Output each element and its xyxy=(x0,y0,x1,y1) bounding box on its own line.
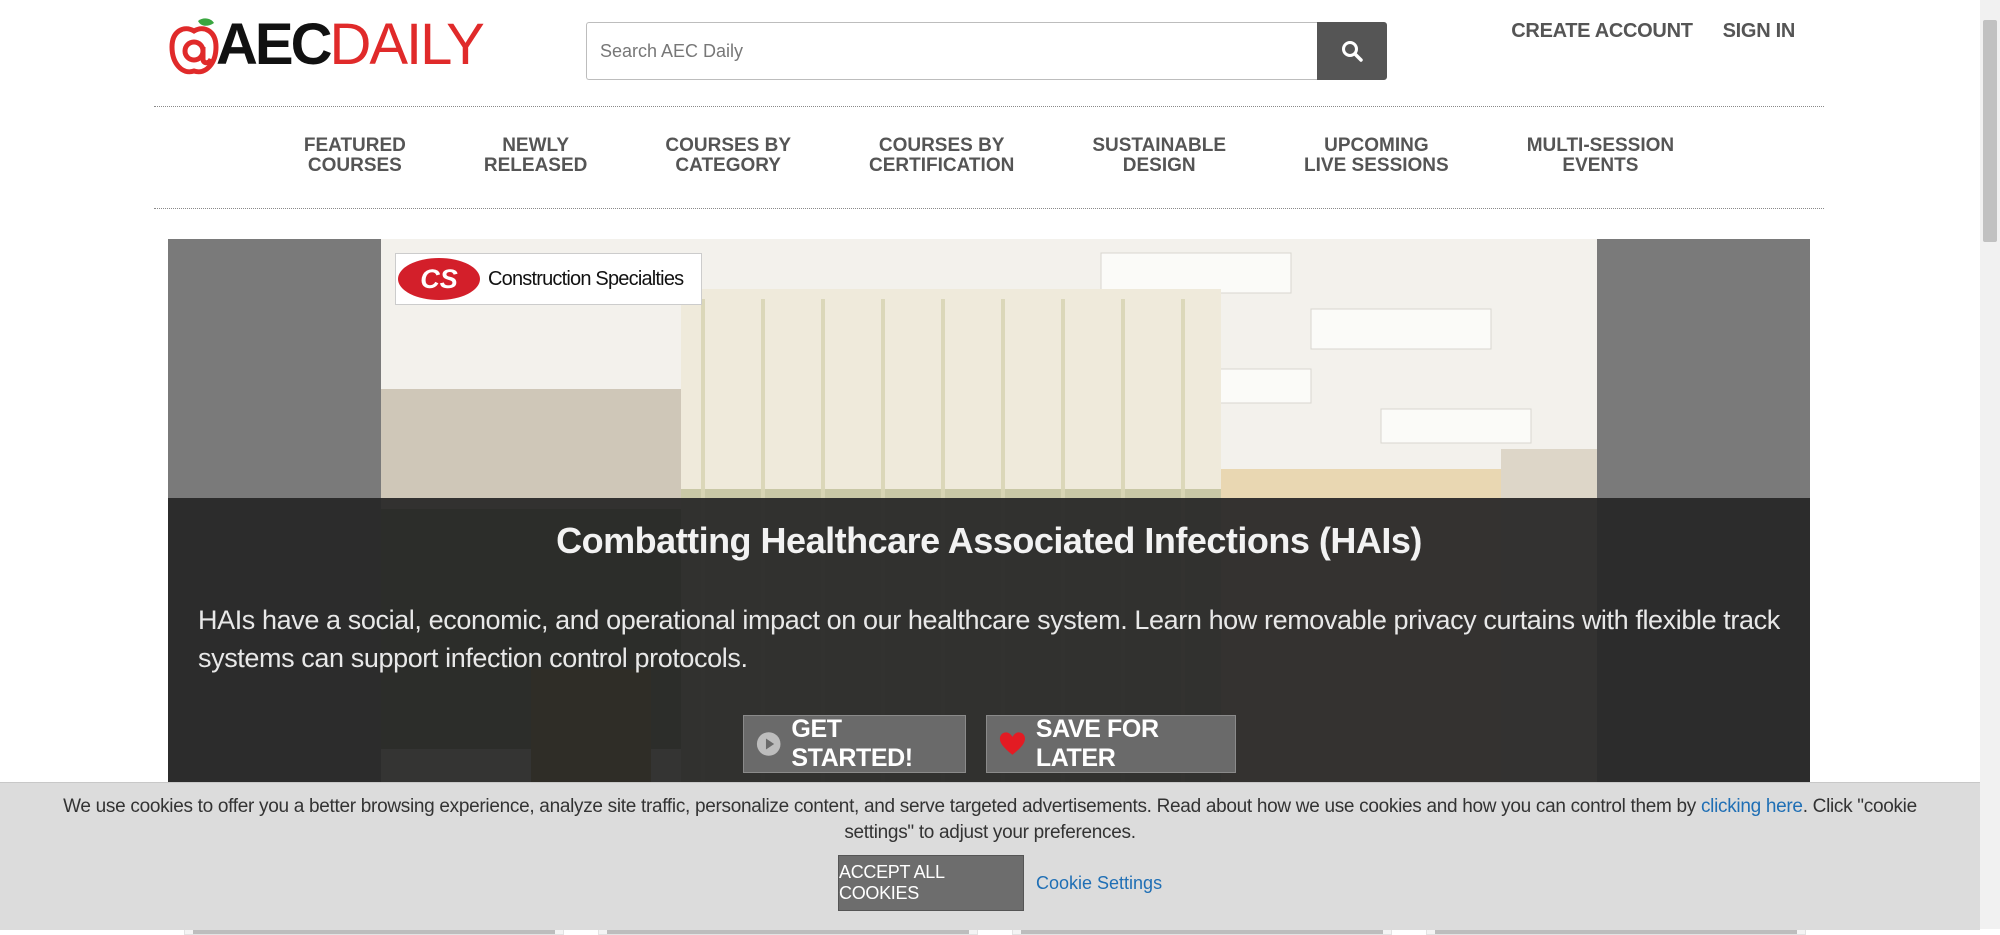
save-for-later-button[interactable]: SAVE FOR LATER xyxy=(986,715,1236,773)
account-links: CREATE ACCOUNT SIGN IN xyxy=(1511,20,1795,43)
search-icon xyxy=(1342,41,1363,62)
nav-sustainable-design[interactable]: SUSTAINABLE DESIGN xyxy=(1053,136,1265,176)
get-started-label: GET STARTED! xyxy=(791,715,913,772)
cs-logo-icon: CS xyxy=(398,258,480,300)
sponsor-name: Construction Specialties xyxy=(488,267,684,290)
scrollbar-thumb[interactable] xyxy=(1983,20,1997,242)
apple-logo-icon xyxy=(168,17,219,75)
logo-daily: DAILY xyxy=(329,12,484,77)
get-started-button[interactable]: GET STARTED! xyxy=(743,715,966,773)
logo-aec: AEC xyxy=(216,12,332,77)
search-input[interactable] xyxy=(586,22,1317,80)
nav-newly-released[interactable]: NEWLY RELEASED xyxy=(445,136,626,176)
cookie-message: We use cookies to offer you a better bro… xyxy=(30,794,1950,846)
accept-all-cookies-button[interactable]: ACCEPT ALL COOKIES xyxy=(838,855,1024,911)
search-button[interactable] xyxy=(1317,22,1387,80)
save-for-later-label: SAVE FOR LATER xyxy=(1035,715,1159,772)
nav-divider xyxy=(154,208,1824,209)
header-divider xyxy=(154,106,1824,107)
sponsor-mark: CS xyxy=(420,264,458,294)
play-circle-icon xyxy=(756,732,781,756)
search-bar xyxy=(586,22,1387,80)
nav-courses-by-category[interactable]: COURSES BY CATEGORY xyxy=(626,136,830,176)
cookie-settings-link[interactable]: Cookie Settings xyxy=(1036,873,1162,894)
page-scrollbar[interactable] xyxy=(1980,0,2000,929)
nav-multi-session-events[interactable]: MULTI-SESSION EVENTS xyxy=(1488,136,1713,176)
sign-in-link[interactable]: SIGN IN xyxy=(1723,20,1796,43)
main-nav: FEATURED COURSES NEWLY RELEASED COURSES … xyxy=(154,136,1824,176)
hero-description: HAIs have a social, economic, and operat… xyxy=(198,605,1780,673)
hero-title[interactable]: Combatting Healthcare Associated Infecti… xyxy=(168,520,1810,562)
sponsor-logo: CS Construction Specialties xyxy=(395,253,702,305)
cookie-consent-banner: We use cookies to offer you a better bro… xyxy=(0,782,1980,930)
cookie-message-text: We use cookies to offer you a better bro… xyxy=(63,796,1701,817)
heart-icon xyxy=(999,732,1025,755)
aecdaily-logo[interactable]: AECDAILY xyxy=(168,10,485,80)
featured-course-hero[interactable]: CS Construction Specialties Combatting H… xyxy=(168,239,1810,799)
nav-featured-courses[interactable]: FEATURED COURSES xyxy=(265,136,445,176)
create-account-link[interactable]: CREATE ACCOUNT xyxy=(1511,20,1693,43)
nav-courses-by-certification[interactable]: COURSES BY CERTIFICATION xyxy=(830,136,1053,176)
nav-upcoming-live-sessions[interactable]: UPCOMING LIVE SESSIONS xyxy=(1265,136,1488,176)
logo-wordmark: AECDAILY xyxy=(216,16,485,74)
cookie-policy-link[interactable]: clicking here xyxy=(1701,796,1803,817)
